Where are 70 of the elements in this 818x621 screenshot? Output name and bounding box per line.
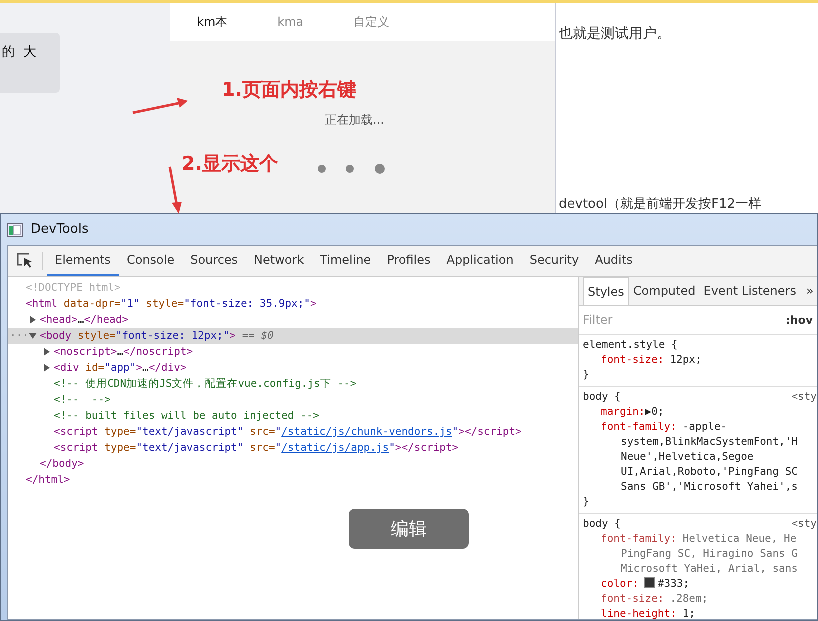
filter-field[interactable]: Filter: [579, 312, 735, 328]
window-icon: [7, 222, 23, 236]
code-text: <html data-dpr="1" style="font-size: 35.9px;">: [26, 297, 317, 312]
annotation-text: 2.显示这个: [182, 152, 278, 177]
css-selector: body {: [583, 390, 621, 405]
edit-button[interactable]: 编辑: [349, 509, 469, 549]
css-brace: }: [583, 495, 590, 510]
devtools-tab[interactable]: Profiles: [379, 246, 439, 276]
file-link[interactable]: /static/js/chunk-vendors.js: [282, 424, 452, 440]
color-swatch[interactable]: [644, 577, 655, 588]
style-source-link[interactable]: <sty: [792, 390, 817, 405]
css-value-line: Sans GB','Microsoft Yahei',s: [620, 480, 800, 495]
loading-text: 正在加载...: [325, 112, 384, 129]
devtools-tab[interactable]: Elements: [47, 246, 119, 276]
more-tabs-button[interactable]: »: [800, 277, 818, 305]
annotation-text: 1.页面内按右键: [222, 78, 356, 103]
selected-row[interactable]: ··· <body style="font-size: 12px;"> == $0: [8, 328, 578, 344]
preview-tab[interactable]: kma: [278, 15, 304, 29]
css-selector: element.style {: [583, 338, 678, 353]
css-value-line: UI,Arial,Roboto,'PingFang SC: [620, 465, 800, 480]
preview-tab[interactable]: 自定义: [354, 14, 390, 30]
expand-triangle-icon[interactable]: [29, 332, 39, 340]
styles-tab[interactable]: Computed: [629, 277, 700, 305]
code-text: </html>: [26, 473, 70, 488]
devtools-tab[interactable]: Audits: [587, 246, 641, 276]
css-declaration: font-family: Helvetica Neue, He: [600, 532, 798, 547]
devtools-tab[interactable]: Console: [118, 246, 183, 276]
css-declaration: font-family: -apple-: [600, 420, 728, 435]
css-selector: body {: [583, 517, 621, 532]
css-declaration: font-size: .28em;: [600, 592, 710, 607]
css-value-line: Neue',Helvetica,Segoe: [620, 450, 755, 465]
style-source-link[interactable]: <sty: [792, 517, 817, 532]
css-declaration: color: #333;: [600, 577, 691, 592]
code-text: "></script>: [389, 441, 459, 456]
css-brace: }: [583, 368, 590, 383]
devtools-tab[interactable]: Security: [522, 246, 588, 276]
devtools-tab[interactable]: Network: [246, 246, 312, 276]
code-text: <script type="text/javascript" src=": [54, 441, 282, 456]
devtools-tab[interactable]: Timeline: [312, 246, 380, 276]
code-text: <body style="font-size: 12px;"> == $0: [40, 329, 274, 344]
css-value-line: system,BlinkMacSystemFont,'H: [620, 435, 800, 450]
code-text: <script type="text/javascript" src=": [54, 425, 282, 440]
css-declaration: font-size: 12px;: [600, 353, 703, 368]
code-text: <!-- -->: [54, 393, 111, 408]
card-text: 的 大: [2, 45, 36, 60]
file-link[interactable]: /static/js/app.js: [282, 440, 390, 456]
hover-state-toggle[interactable]: :hov: [786, 314, 813, 326]
window-title: DevTools: [31, 222, 89, 237]
code-text: <div id="app">…</div>: [54, 361, 187, 376]
styles-tab[interactable]: Styles: [583, 277, 630, 305]
code-text: <noscript>…</noscript>: [54, 345, 194, 360]
css-declaration: line-height: 1;: [600, 607, 697, 621]
article-text: 也就是测试用户。: [559, 25, 672, 43]
styles-tab[interactable]: Event Listeners: [700, 277, 800, 305]
devtools-tab[interactable]: Sources: [182, 246, 246, 276]
css-value-line: PingFang SC, Hiragino Sans G: [620, 547, 800, 562]
css-declaration: margin:▶0;: [600, 405, 666, 420]
code-text: <!-- 使用CDN加速的JS文件，配置在vue.config.js下 -->: [54, 377, 357, 392]
code-text: <!-- built files will be auto injected -->: [54, 409, 320, 424]
css-value-line: Microsoft YaHei, Arial, sans: [620, 562, 800, 577]
code-text: <head>…</head>: [40, 313, 129, 328]
article-text: devtool（就是前端开发按F12一样: [559, 197, 763, 213]
code-text: "></script>: [452, 425, 522, 440]
code-text: </body>: [40, 457, 84, 472]
devtools-tab[interactable]: Application: [438, 246, 522, 276]
annotation-arrow: [166, 165, 184, 215]
code-text: <!DOCTYPE html>: [26, 281, 121, 296]
preview-tab[interactable]: km本: [197, 14, 228, 30]
loading-dots-icon: [317, 163, 387, 175]
inspect-element-icon[interactable]: [16, 252, 34, 270]
